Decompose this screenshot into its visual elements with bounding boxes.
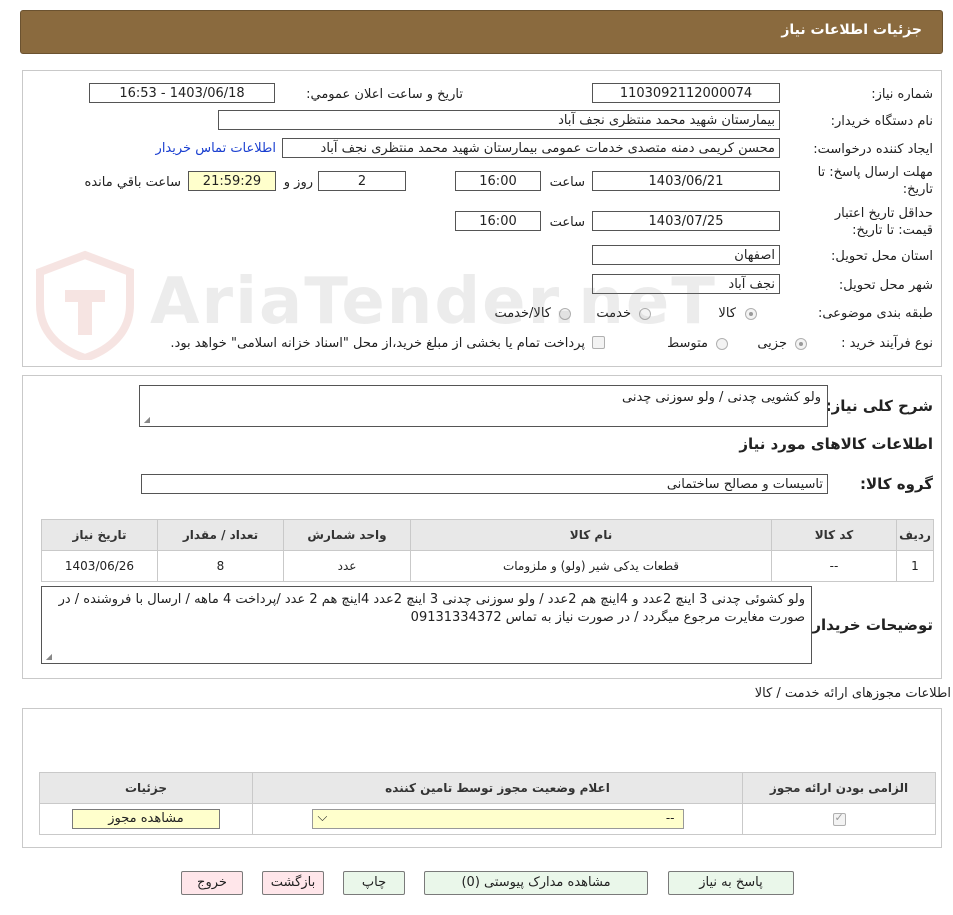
process-label: نوع فرآیند خرید : <box>841 336 933 351</box>
back-button[interactable]: بازگشت <box>262 871 324 895</box>
page-title: جزئیات اطلاعات نیاز <box>781 22 922 38</box>
process-radio-minor[interactable] <box>795 338 807 350</box>
category-radio-goods[interactable] <box>745 308 757 320</box>
deadline-date-field: 1403/06/21 <box>592 171 780 191</box>
validity-time-field: 16:00 <box>455 211 541 231</box>
announce-label: تاریخ و ساعت اعلان عمومي: <box>306 87 463 102</box>
days-label: روز و <box>283 175 313 190</box>
buyer-notes-textarea: ولو کشوئی چدنی 3 اینچ 2عدد و 4اینچ هم 2ع… <box>41 586 812 664</box>
exit-button[interactable]: خروج <box>181 871 243 895</box>
chevron-down-icon: ⌵ <box>317 810 328 825</box>
city-label: شهر محل تحويل: <box>838 278 933 293</box>
permit-required-checkbox: ✓ <box>832 811 846 826</box>
page-header: جزئیات اطلاعات نیاز <box>20 10 943 54</box>
cell-date: 1403/06/26 <box>41 550 158 582</box>
cell-permit-required: ✓ <box>742 803 936 835</box>
goods-info-title: اطلاعات کالاهای مورد نیاز <box>739 435 933 453</box>
group-field: تاسیسات و مصالح ساختمانی <box>141 474 828 494</box>
remaining-time-field: 21:59:29 <box>188 171 276 191</box>
cell-name: قطعات یدکی شیر (ولو) و ملزومات <box>410 550 772 582</box>
cell-unit: عدد <box>283 550 411 582</box>
col-qty: تعداد / مقدار <box>157 519 284 551</box>
validity-label-2: قيمت: تا تاريخ: <box>852 223 933 238</box>
city-field: نجف آباد <box>592 274 780 294</box>
process-option-medium: متوسط <box>667 336 708 351</box>
attachments-button[interactable]: مشاهده مدارک پیوستی (0) <box>424 871 648 895</box>
col-name: نام کالا <box>410 519 772 551</box>
deadline-label-2: تاریخ: <box>902 182 933 197</box>
resize-grip-icon[interactable]: ◢ <box>142 416 150 424</box>
category-radio-goods-service[interactable] <box>559 308 571 320</box>
treasury-payment-checkbox[interactable] <box>592 336 605 349</box>
buyer-org-label: نام دستگاه خريدار: <box>830 114 933 129</box>
validity-label: حداقل تاريخ اعتبار <box>834 206 933 221</box>
cell-permit-status: -- ⌵ <box>252 803 743 835</box>
col-permit-required: الزامی بودن ارائه مجوز <box>742 772 936 804</box>
category-option-goods: کالا <box>718 306 736 321</box>
announce-field: 1403/06/18 - 16:53 <box>89 83 275 103</box>
days-field: 2 <box>318 171 406 191</box>
buyer-notes-label: توضیحات خریدار: <box>806 616 933 634</box>
need-number-label: شماره نیاز: <box>871 87 933 102</box>
group-label: گروه کالا: <box>860 475 933 493</box>
deadline-time-field: 16:00 <box>455 171 541 191</box>
cell-qty: 8 <box>157 550 284 582</box>
goods-table: ردیف کد کالا نام کالا واحد شمارش تعداد /… <box>41 519 934 582</box>
payment-note: پرداخت تمام یا بخشی از مبلغ خرید،از محل … <box>170 336 585 351</box>
buyer-contact-link[interactable]: اطلاعات تماس خريدار <box>156 141 276 156</box>
cell-row: 1 <box>896 550 934 582</box>
permits-table-header: الزامی بودن ارائه مجوز اعلام وضعیت مجوز … <box>39 772 936 804</box>
category-radio-service[interactable] <box>639 308 651 320</box>
validity-time-label: ساعت <box>549 215 585 230</box>
summary-label: شرح کلی نیاز: <box>825 397 933 415</box>
category-option-service: خدمت <box>596 306 631 321</box>
col-unit: واحد شمارش <box>283 519 411 551</box>
check-icon: ✓ <box>834 811 844 824</box>
validity-date-field: 1403/07/25 <box>592 211 780 231</box>
permit-status-select[interactable]: -- ⌵ <box>311 809 684 829</box>
remaining-label: ساعت باقي مانده <box>84 175 181 190</box>
buyer-notes-text: ولو کشوئی چدنی 3 اینچ 2عدد و 4اینچ هم 2ع… <box>58 592 805 625</box>
category-label: طبقه بندی موضوعی: <box>817 306 933 321</box>
goods-table-header: ردیف کد کالا نام کالا واحد شمارش تعداد /… <box>41 519 934 551</box>
summary-text: ولو کشویی چدنی / ولو سوزنی چدنی <box>621 390 821 405</box>
col-date: تاریخ نیاز <box>41 519 158 551</box>
province-field: اصفهان <box>592 245 780 265</box>
process-radio-medium[interactable] <box>716 338 728 350</box>
permits-title: اطلاعات مجوزهای ارائه خدمت / کالا <box>754 686 951 701</box>
table-row[interactable]: 1 -- قطعات یدکی شیر (ولو) و ملزومات عدد … <box>41 550 934 582</box>
cell-permit-details: مشاهده مجوز <box>39 803 253 835</box>
view-permit-button[interactable]: مشاهده مجوز <box>72 809 220 829</box>
need-number-field: 1103092112000074 <box>592 83 780 103</box>
creator-label: ايجاد کننده درخواست: <box>813 142 933 157</box>
print-button[interactable]: چاپ <box>343 871 405 895</box>
permits-table: الزامی بودن ارائه مجوز اعلام وضعیت مجوز … <box>39 772 936 835</box>
permit-status-value: -- <box>665 811 675 825</box>
col-permit-details: جزئیات <box>39 772 253 804</box>
deadline-label: مهلت ارسال پاسخ: تا <box>817 165 933 180</box>
summary-textarea: ولو کشویی چدنی / ولو سوزنی چدنی ◢ <box>139 385 828 427</box>
col-row: ردیف <box>896 519 934 551</box>
category-option-goods-service: کالا/خدمت <box>494 306 551 321</box>
buyer-org-field: بیمارستان شهید محمد منتظری نجف آباد <box>218 110 780 130</box>
creator-field: محسن کریمی دمنه متصدی خدمات عمومی بیمارس… <box>282 138 780 158</box>
col-permit-status: اعلام وضعیت مجوز توسط تامین کننده <box>252 772 743 804</box>
deadline-time-label: ساعت <box>549 175 585 190</box>
reply-button[interactable]: پاسخ به نیاز <box>668 871 794 895</box>
resize-grip-icon[interactable]: ◢ <box>44 653 52 661</box>
province-label: استان محل تحويل: <box>831 249 933 264</box>
table-row: ✓ -- ⌵ مشاهده مجوز <box>39 803 936 835</box>
process-option-minor: جزیی <box>757 336 787 351</box>
col-code: کد کالا <box>771 519 897 551</box>
cell-code: -- <box>771 550 897 582</box>
